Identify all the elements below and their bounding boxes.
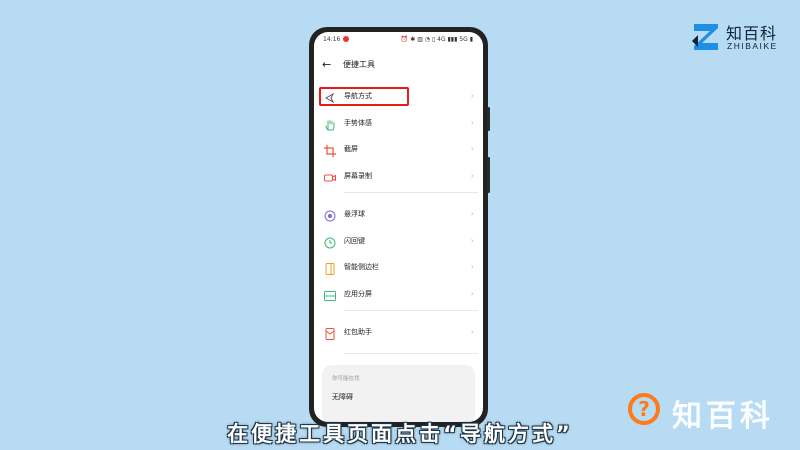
menu-item-screen-record[interactable]: 屏幕录制 › (314, 167, 483, 187)
chevron-right-icon: › (470, 235, 474, 245)
menu-item-label: 应用分屏 (344, 289, 372, 298)
watermark-name: 知百科 (672, 399, 774, 434)
flashback-key-icon (323, 235, 337, 249)
chevron-right-icon: › (470, 209, 474, 218)
menu-item-flashback-key[interactable]: 闪回键 › (314, 232, 483, 252)
screen-record-icon (323, 170, 337, 184)
suggestion-item-accessibility[interactable]: 无障碍 (332, 392, 353, 402)
chevron-right-icon: › (470, 327, 474, 336)
chevron-right-icon: › (470, 262, 474, 271)
question-mark-icon: ? (628, 393, 660, 425)
brand-pinyin: ZHIBAIKE (727, 41, 778, 51)
title-bar: ← 便捷工具 (314, 56, 483, 76)
highlight-annotation-box (319, 87, 409, 106)
zhibaike-logo-icon (692, 24, 718, 50)
phone-frame: 14:16 ⏰ ✱ ▥ ◔ ▯ 4G ▮▮▮ 5G ▮ ← 便捷工具 导航方式 ›… (309, 27, 490, 427)
chevron-right-icon: › (470, 144, 474, 153)
menu-item-split-screen[interactable]: 应用分屏 › (314, 285, 483, 305)
menu-item-smart-sidebar[interactable]: 智能侧边栏 › (314, 258, 483, 278)
suggestion-card: 你可能在找 无障碍 (322, 365, 475, 422)
chevron-right-icon: › (470, 117, 474, 127)
chevron-right-icon: › (470, 170, 474, 180)
floating-ball-icon (323, 208, 337, 222)
menu-item-label: 闪回键 (344, 236, 365, 245)
status-icons: ⏰ ✱ ▥ ◔ ▯ 4G ▮▮▮ 5G ▮ (400, 36, 473, 43)
menu-item-crop[interactable]: 截屏 › (314, 140, 483, 160)
split-screen-icon (323, 288, 337, 302)
suggestion-subtitle: 你可能在找 (332, 376, 360, 382)
page-title: 便捷工具 (343, 60, 375, 69)
watermark: ? 知百科 (628, 393, 788, 434)
menu-item-floating-ball[interactable]: 悬浮球 › (314, 205, 483, 225)
menu-item-label: 智能侧边栏 (344, 263, 379, 271)
status-bar: 14:16 ⏰ ✱ ▥ ◔ ▯ 4G ▮▮▮ 5G ▮ (314, 32, 483, 48)
menu-divider (344, 352, 478, 354)
smart-sidebar-icon (323, 261, 337, 275)
menu-item-label: 屏幕录制 (344, 171, 372, 180)
status-time: 14:16 (323, 36, 341, 43)
notification-dot-icon (343, 36, 349, 42)
menu-item-label: 悬浮球 (344, 210, 365, 218)
brand-logo: 知百科 ZHIBAIKE (690, 20, 790, 56)
red-envelope-icon (323, 326, 337, 340)
back-arrow-icon[interactable]: ← (322, 58, 336, 72)
menu-item-label: 截屏 (344, 145, 358, 153)
volume-button (487, 107, 490, 131)
menu-item-red-envelope[interactable]: 红包助手 › (314, 323, 483, 343)
hand-gesture-icon (323, 117, 337, 131)
menu-item-label: 红包助手 (344, 328, 372, 336)
chevron-right-icon: › (470, 91, 474, 100)
menu-item-hand-gesture[interactable]: 手势体感 › (314, 114, 483, 134)
phone-screen: 14:16 ⏰ ✱ ▥ ◔ ▯ 4G ▮▮▮ 5G ▮ ← 便捷工具 导航方式 ›… (314, 32, 483, 422)
menu-divider (344, 192, 478, 193)
menu-item-label: 手势体感 (344, 118, 372, 127)
menu-divider (344, 310, 478, 311)
power-button (487, 157, 490, 193)
crop-icon (323, 143, 337, 157)
chevron-right-icon: › (470, 288, 474, 298)
